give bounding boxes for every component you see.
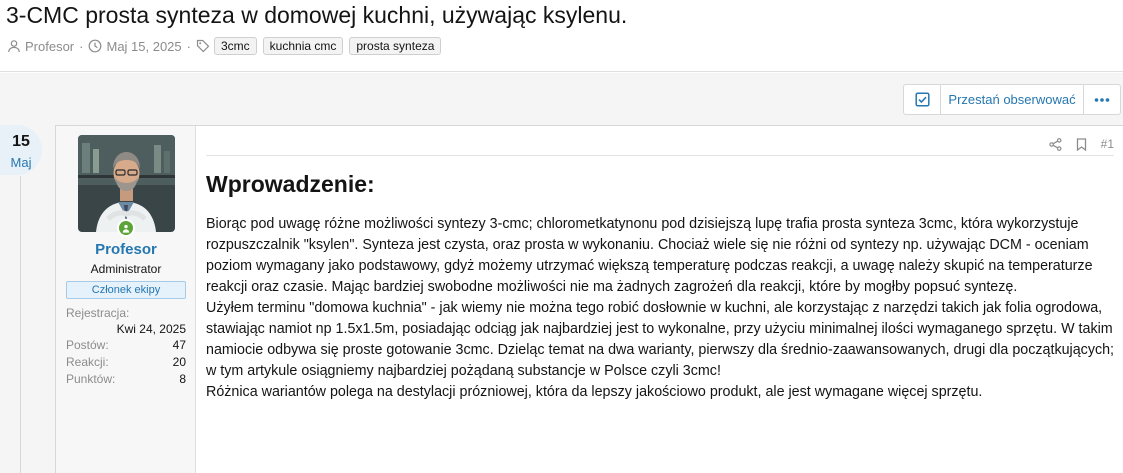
tag-link[interactable]: 3cmc	[214, 37, 257, 55]
timeline-line	[20, 176, 21, 473]
thread-date-link[interactable]: Maj 15, 2025	[106, 39, 181, 54]
thread-header: 3-CMC prosta synteza w domowej kuchni, u…	[0, 0, 1123, 72]
username-link[interactable]: Profesor	[56, 241, 196, 258]
tag-link[interactable]: prosta synteza	[349, 37, 442, 55]
stat-label: Reakcji:	[66, 355, 109, 369]
thread-title: 3-CMC prosta synteza w domowej kuchni, u…	[6, 2, 628, 28]
user-card: Profesor Administrator Członek ekipy Rej…	[56, 126, 196, 473]
thread-author-link[interactable]: Profesor	[25, 39, 74, 54]
user-icon	[7, 39, 21, 53]
user-role: Administrator	[90, 262, 162, 276]
share-icon[interactable]	[1048, 137, 1062, 151]
post-divider	[206, 155, 1114, 156]
user-banner: Członek ekipy	[66, 281, 186, 299]
thread-actions: Przestań obserwować	[903, 84, 1121, 115]
check-square-icon	[914, 92, 930, 107]
tag-icon	[196, 39, 210, 53]
more-dots-icon	[1094, 97, 1110, 103]
unfollow-button[interactable]: Przestań obserwować	[941, 85, 1084, 114]
post-paragraph: Różnica wariantów polega na destylacji p…	[206, 384, 983, 400]
bookmark-icon[interactable]	[1076, 137, 1087, 151]
stat-posts: Postów: 47	[66, 338, 186, 352]
more-options-button[interactable]	[1084, 85, 1120, 114]
stat-label: Postów:	[66, 338, 109, 352]
stat-label: Punktów:	[66, 372, 116, 386]
post-paragraph: Użyłem terminu "domowa kuchnia" - jak wi…	[206, 300, 1115, 379]
stat-value: 8	[179, 372, 186, 386]
meta-separator: ·	[79, 38, 84, 54]
stat-registration-value: Kwi 24, 2025	[116, 322, 186, 336]
stat-label: Rejestracja:	[66, 306, 130, 320]
stat-value: 20	[172, 355, 186, 369]
clock-icon	[88, 39, 102, 53]
online-status-icon	[117, 219, 135, 237]
post-content: #1 Wprowadzenie: Biorąc pod uwagę różne …	[206, 126, 1114, 473]
post-date: 15 Maj	[0, 125, 42, 175]
stat-registration: Rejestracja:	[66, 306, 186, 320]
stat-reactions: Reakcji: 20	[66, 355, 186, 369]
stat-value: 47	[172, 338, 186, 352]
stat-points: Punktów: 8	[66, 372, 186, 386]
post-date-month: Maj	[10, 155, 32, 170]
post: Profesor Administrator Członek ekipy Rej…	[55, 125, 1123, 473]
post-number-link[interactable]: #1	[1101, 137, 1114, 151]
post-body: Biorąc pod uwagę różne możliwości syntez…	[206, 214, 1118, 403]
post-tools: #1	[1035, 135, 1114, 153]
check-square-button[interactable]	[904, 85, 941, 114]
tag-link[interactable]: kuchnia cmc	[262, 37, 344, 55]
meta-separator: ·	[186, 38, 191, 54]
thread-meta: Profesor · Maj 15, 2025 · 3cmc kuchnia c…	[7, 37, 447, 55]
post-heading: Wprowadzenie:	[206, 171, 375, 197]
avatar[interactable]	[78, 135, 175, 232]
post-paragraph: Biorąc pod uwagę różne możliwości syntez…	[206, 216, 1093, 295]
post-date-day: 15	[12, 133, 30, 150]
